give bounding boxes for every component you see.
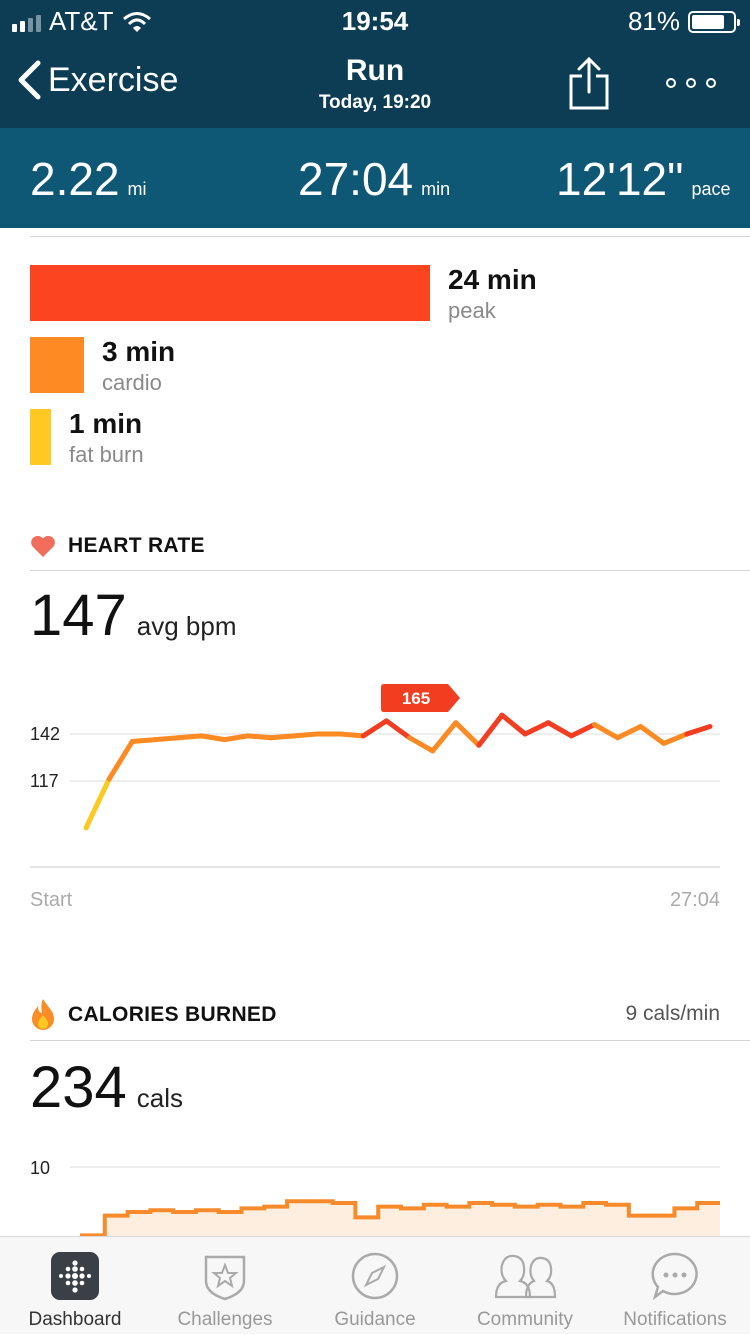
heart-rate-segment [291, 731, 320, 739]
x-start-label: Start [30, 889, 73, 911]
peak-minutes: 24 min [448, 264, 537, 295]
heart-rate-chart: 142 117 165 Start 27:04 [30, 684, 720, 911]
total-calories: 234 cals [30, 1054, 183, 1121]
y-tick-label: 10 [30, 1158, 50, 1178]
distance-unit: mi [127, 179, 147, 199]
page-title: Run [345, 54, 405, 87]
heart-rate-segment [684, 723, 713, 737]
divider [30, 236, 750, 237]
heart-rate-segment [337, 731, 366, 739]
calories-chart: 10 [30, 1158, 720, 1236]
peak-zone-label: 24 min peak [448, 264, 537, 324]
heart-rate-segment [499, 712, 528, 737]
status-bar: AT&T 19:54 81% [0, 0, 750, 40]
cardio-name: cardio [102, 370, 162, 395]
battery-group: 81% [627, 6, 740, 37]
calories-value: 234 [30, 1055, 127, 1120]
chat-bubble-icon [651, 1252, 698, 1301]
peak-marker: 165 [381, 684, 460, 712]
calories-series [80, 1199, 720, 1236]
fat-burn-zone-bar [30, 409, 51, 465]
divider [30, 570, 750, 571]
pace-value: 12'12" [556, 153, 684, 205]
heart-rate-segment [522, 720, 551, 737]
heart-rate-segment [476, 712, 505, 748]
heart-rate-segment [383, 718, 413, 741]
tab-guidance[interactable]: Guidance [300, 1237, 450, 1335]
dashboard-icon [51, 1252, 99, 1300]
distance-value: 2.22 [30, 153, 120, 205]
calories-rate: 9 cals/min [625, 1002, 720, 1025]
peak-zone-bar [30, 265, 430, 321]
heart-rate-segment [430, 720, 459, 754]
tab-challenges[interactable]: Challenges [150, 1237, 300, 1335]
distance-stat: 2.22 mi [30, 152, 147, 206]
tab-community[interactable]: Community [450, 1237, 600, 1335]
tab-label: Notifications [623, 1309, 727, 1330]
pace-unit: pace [691, 179, 731, 199]
tab-bar: Dashboard Challenges Guidance Community … [0, 1236, 750, 1334]
heart-rate-series [83, 712, 713, 831]
heart-rate-segment [661, 731, 690, 746]
heart-rate-segment [407, 735, 436, 754]
heart-rate-segment [106, 739, 135, 782]
calories-unit: cals [136, 1083, 184, 1113]
tab-label: Guidance [334, 1309, 416, 1330]
calories-title: CALORIES BURNED [68, 1003, 277, 1026]
peak-name: peak [448, 298, 496, 323]
compass-icon [351, 1252, 399, 1300]
avg-bpm-value: 147 [30, 583, 127, 648]
flame-icon [32, 999, 54, 1030]
page-subtitle: Today, 19:20 [318, 92, 432, 113]
duration-unit: min [421, 179, 451, 199]
battery-percent: 81% [627, 6, 680, 36]
tab-label: Dashboard [28, 1309, 122, 1330]
heart-rate-segment [615, 723, 644, 741]
fat-burn-minutes: 1 min [69, 408, 143, 439]
heart-rate-segment [245, 733, 274, 741]
heart-rate-segment [175, 733, 205, 741]
people-icon [494, 1254, 557, 1299]
heart-rate-segment [199, 733, 228, 743]
navigation-bar: Exercise Run Today, 19:20 [0, 40, 750, 128]
more-options-icon[interactable] [666, 78, 716, 88]
heart-rate-title: HEART RATE [68, 534, 205, 557]
pace-stat: 12'12" pace [556, 152, 731, 206]
heart-rate-segment [638, 723, 667, 746]
peak-value-label: 165 [402, 689, 430, 708]
heart-rate-segment [83, 776, 112, 831]
x-end-label: 27:04 [670, 889, 720, 911]
divider [30, 1040, 750, 1041]
duration-value: 27:04 [298, 153, 414, 205]
fat-burn-zone-label: 1 min fat burn [69, 408, 144, 468]
tab-notifications[interactable]: Notifications [600, 1237, 750, 1335]
cardio-zone-bar [30, 337, 84, 393]
summary-stats: 2.22 mi 27:04 min 12'12" pace [0, 128, 750, 228]
duration-stat: 27:04 min [298, 152, 450, 206]
nav-title-group: Run Today, 19:20 [0, 54, 750, 114]
cardio-minutes: 3 min [102, 336, 176, 367]
y-tick-label: 117 [30, 771, 59, 791]
heart-rate-segment [129, 737, 158, 745]
heart-rate-segment [268, 733, 297, 741]
star-badge-icon [204, 1255, 246, 1301]
fat-burn-name: fat burn [69, 442, 144, 467]
heart-rate-segment [152, 735, 181, 743]
avg-bpm-unit: avg bpm [136, 611, 237, 641]
share-icon[interactable] [566, 56, 612, 112]
cardio-zone-label: 3 min cardio [102, 336, 175, 396]
calories-heading: CALORIES BURNED [30, 998, 277, 1032]
avg-heart-rate: 147 avg bpm [30, 582, 237, 649]
heart-rate-segment [222, 733, 251, 743]
tab-dashboard[interactable]: Dashboard [0, 1237, 150, 1335]
battery-icon [688, 10, 740, 33]
heart-icon [31, 535, 55, 557]
heart-rate-heading: HEART RATE [30, 534, 205, 558]
tab-label: Community [476, 1309, 574, 1330]
y-tick-label: 142 [30, 724, 60, 744]
heart-rate-segment [591, 722, 621, 741]
tab-label: Challenges [177, 1309, 273, 1330]
